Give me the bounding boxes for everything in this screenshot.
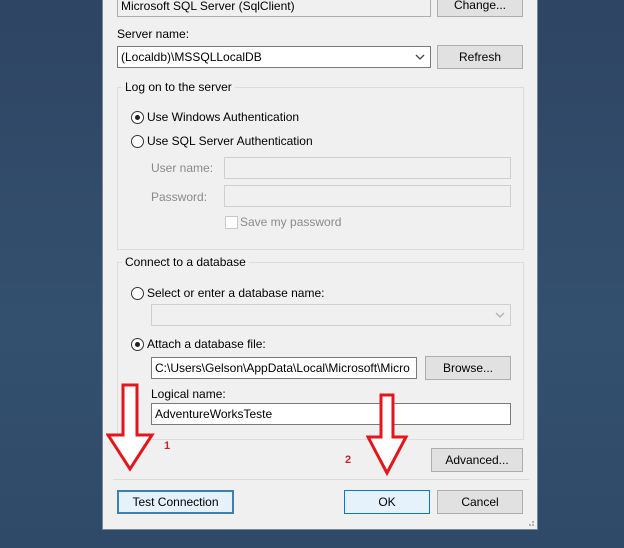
database-file-input[interactable]: C:\Users\Gelson\AppData\Local\Microsoft\… (151, 357, 417, 379)
username-label: User name: (151, 161, 214, 175)
logical-name-label: Logical name: (151, 387, 226, 401)
password-label: Password: (151, 190, 208, 204)
browse-button[interactable]: Browse... (425, 356, 511, 380)
logical-name-input[interactable]: AdventureWorksTeste (151, 403, 511, 425)
advanced-button[interactable]: Advanced... (431, 448, 523, 472)
attach-db-radio[interactable] (131, 338, 144, 351)
data-source-field: Microsoft SQL Server (SqlClient) (117, 0, 431, 17)
logon-group-title: Log on to the server (122, 80, 235, 94)
chevron-down-icon[interactable] (494, 309, 506, 321)
annotation-arrow-1-icon (106, 383, 155, 472)
server-name-label: Server name: (117, 27, 190, 41)
annotation-number-2: 2 (345, 454, 352, 466)
password-input[interactable] (224, 185, 511, 207)
test-connection-button[interactable]: Test Connection (117, 490, 234, 514)
refresh-button[interactable]: Refresh (437, 45, 523, 69)
select-db-radio[interactable] (131, 287, 144, 300)
annotation-number-1: 1 (164, 440, 171, 452)
annotation-arrow-2-icon (366, 393, 409, 477)
logical-name-value: AdventureWorksTeste (155, 407, 273, 421)
save-password-label[interactable]: Save my password (240, 215, 341, 229)
sql-auth-radio[interactable] (131, 135, 144, 148)
database-name-combobox[interactable] (151, 304, 511, 326)
attach-db-label[interactable]: Attach a database file: (147, 337, 266, 351)
select-db-label[interactable]: Select or enter a database name: (147, 286, 324, 300)
cancel-button[interactable]: Cancel (437, 490, 523, 514)
chevron-down-icon[interactable] (414, 51, 426, 63)
sql-auth-label[interactable]: Use SQL Server Authentication (147, 134, 313, 148)
resize-grip-icon[interactable] (525, 517, 535, 527)
button-separator (113, 479, 529, 480)
change-button[interactable]: Change... (437, 0, 523, 17)
windows-auth-label[interactable]: Use Windows Authentication (147, 110, 299, 124)
username-input[interactable] (224, 157, 511, 179)
save-password-checkbox[interactable] (225, 216, 238, 229)
server-name-combobox[interactable]: (Localdb)\MSSQLLocalDB (117, 46, 431, 68)
database-file-value: C:\Users\Gelson\AppData\Local\Microsoft\… (155, 361, 410, 375)
data-source-value: Microsoft SQL Server (SqlClient) (121, 0, 295, 13)
windows-auth-radio[interactable] (131, 111, 144, 124)
connect-group-title: Connect to a database (122, 255, 249, 269)
ok-button[interactable]: OK (344, 490, 430, 514)
server-name-value: (Localdb)\MSSQLLocalDB (121, 50, 262, 64)
